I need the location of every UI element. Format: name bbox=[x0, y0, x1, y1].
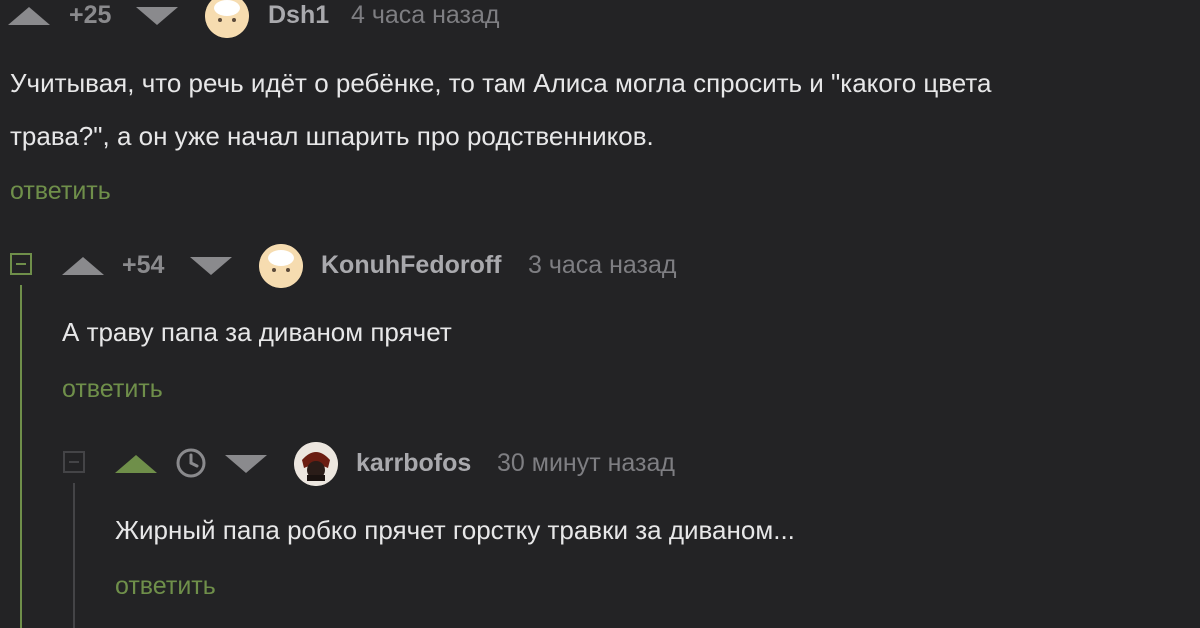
comment-time[interactable]: 3 часа назад bbox=[528, 250, 677, 280]
comment-username[interactable]: KonuhFedoroff bbox=[321, 250, 502, 280]
collapse-thread-button[interactable] bbox=[63, 451, 85, 473]
comment-time[interactable]: 4 часа назад bbox=[351, 0, 500, 30]
thread-line[interactable] bbox=[73, 483, 75, 628]
thread-line[interactable] bbox=[20, 285, 22, 628]
comment-time[interactable]: 30 минут назад bbox=[497, 448, 675, 478]
reply-button[interactable]: ответить bbox=[115, 571, 216, 601]
collapse-thread-button[interactable] bbox=[10, 253, 32, 275]
comment-text-line: Жирный папа робко прячет горстку травки … bbox=[115, 515, 795, 545]
downvote-icon[interactable] bbox=[225, 455, 267, 473]
comment-text-line: Учитывая, что речь идёт о ребёнке, то та… bbox=[10, 68, 992, 98]
user-avatar[interactable] bbox=[205, 0, 249, 38]
user-avatar[interactable] bbox=[294, 442, 338, 486]
comment-username[interactable]: Dsh1 bbox=[268, 0, 329, 30]
downvote-icon[interactable] bbox=[190, 257, 232, 275]
upvote-icon[interactable] bbox=[8, 7, 50, 25]
comment-username[interactable]: karrbofos bbox=[356, 448, 471, 478]
upvote-icon[interactable] bbox=[115, 455, 157, 473]
comment-text-line: А траву папа за диваном прячет bbox=[62, 317, 452, 347]
comment-rating: +54 bbox=[122, 251, 165, 279]
comment-1: +25 Dsh1 4 часа назад Учитывая, что речь… bbox=[0, 0, 1200, 220]
reply-button[interactable]: ответить bbox=[62, 374, 163, 404]
comment-rating: +25 bbox=[69, 1, 112, 29]
user-avatar[interactable] bbox=[259, 244, 303, 288]
downvote-icon[interactable] bbox=[136, 7, 178, 25]
comment-text-line: трава?", а он уже начал шпарить про родс… bbox=[10, 121, 654, 151]
upvote-icon[interactable] bbox=[62, 257, 104, 275]
reply-button[interactable]: ответить bbox=[10, 176, 111, 206]
clock-icon bbox=[175, 447, 207, 479]
